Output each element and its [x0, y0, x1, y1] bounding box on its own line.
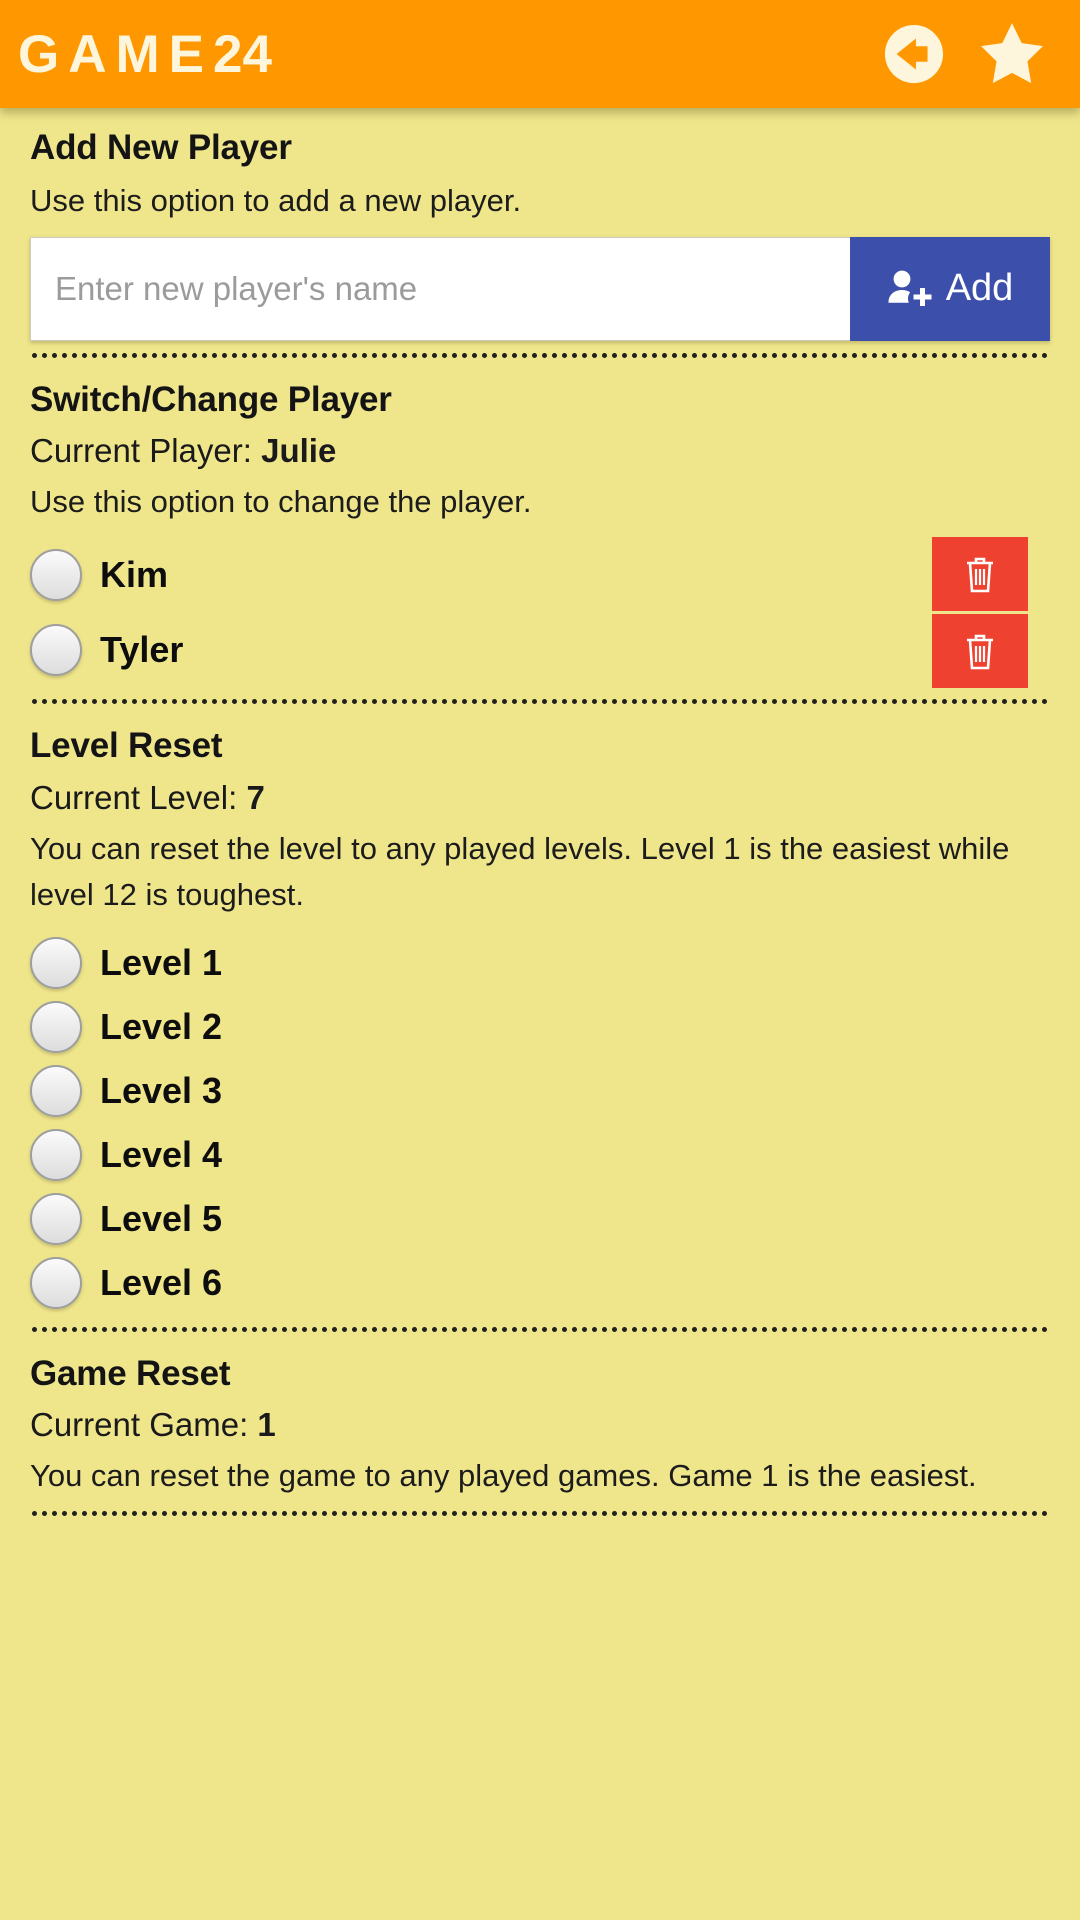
new-player-name-input[interactable]	[30, 236, 850, 341]
app-title-number: 24	[213, 24, 272, 84]
level-radio-1[interactable]	[30, 936, 82, 989]
list-item[interactable]: Level 6	[30, 1251, 1050, 1315]
level-label-3[interactable]: Level 3	[100, 1072, 222, 1109]
game-reset-description: You can reset the game to any played gam…	[30, 1457, 977, 1493]
section-switch-player: Switch/Change Player Current Player: Jul…	[30, 360, 1050, 705]
level-label-5[interactable]: Level 5	[100, 1200, 222, 1237]
section-game-reset: Game Reset Current Game: 1 You can reset…	[30, 1334, 1050, 1517]
add-player-title: Add New Player	[30, 128, 292, 167]
list-item[interactable]: Level 2	[30, 995, 1050, 1059]
current-player-value: Julie	[261, 432, 337, 469]
list-item[interactable]: Level 1	[30, 931, 1050, 995]
level-radio-3[interactable]	[30, 1064, 82, 1117]
divider-after-add-player	[32, 352, 1048, 358]
current-game-value: 1	[257, 1405, 276, 1443]
switch-player-title: Switch/Change Player	[30, 379, 392, 419]
level-label-1[interactable]: Level 1	[100, 944, 222, 981]
list-item[interactable]: Level 4	[30, 1123, 1050, 1187]
divider-after-game-reset	[32, 1511, 1048, 1517]
add-player-row: Add	[30, 236, 1050, 341]
current-level-label: Current Level:	[30, 778, 238, 816]
page-title: GAME24	[18, 28, 272, 81]
player-label-tyler[interactable]: Tyler	[100, 631, 183, 668]
list-item[interactable]: Level 5	[30, 1187, 1050, 1251]
current-game-line: Current Game: 1	[30, 1404, 1050, 1447]
current-player-line: Current Player: Julie	[30, 430, 1050, 473]
add-player-button-label: Add	[945, 267, 1014, 310]
level-reset-description: You can reset the level to any played le…	[30, 830, 1010, 913]
level-radio-5[interactable]	[30, 1192, 82, 1245]
current-level-line: Current Level: 7	[30, 777, 1050, 820]
game-reset-title: Game Reset	[30, 1353, 231, 1393]
delete-player-tyler-button[interactable]	[932, 614, 1028, 689]
list-item[interactable]: Level 3	[30, 1059, 1050, 1123]
player-label-kim[interactable]: Kim	[100, 556, 168, 593]
player-list: Kim Tyler	[30, 537, 1050, 689]
trash-icon	[963, 554, 997, 594]
favorite-button[interactable]	[976, 18, 1048, 90]
section-add-new-player: Add New Player Use this option to add a …	[30, 108, 1050, 358]
add-player-button[interactable]: Add	[850, 236, 1050, 341]
trash-icon	[963, 631, 997, 671]
back-arrow-circle-icon	[883, 23, 945, 85]
current-game-label: Current Game:	[30, 1405, 249, 1443]
list-item[interactable]: Kim	[30, 537, 1050, 612]
current-level-value: 7	[246, 778, 265, 816]
divider-after-level-reset	[32, 1326, 1048, 1332]
star-icon	[979, 22, 1045, 86]
level-label-2[interactable]: Level 2	[100, 1008, 222, 1045]
header-actions	[878, 18, 1056, 90]
section-level-reset: Level Reset Current Level: 7 You can res…	[30, 706, 1050, 1332]
level-radio-6[interactable]	[30, 1256, 82, 1309]
current-player-label: Current Player:	[30, 432, 252, 469]
app-header: GAME24	[0, 0, 1080, 108]
divider-after-switch-player	[32, 699, 1048, 705]
level-reset-title: Level Reset	[30, 726, 223, 766]
settings-content: Add New Player Use this option to add a …	[0, 108, 1080, 1517]
level-list: Level 1 Level 2 Level 3 Level 4 Level 5 …	[30, 931, 1050, 1315]
delete-buttons	[932, 537, 1028, 689]
delete-player-kim-button[interactable]	[932, 537, 1028, 612]
user-plus-icon	[887, 269, 933, 309]
player-radio-tyler[interactable]	[30, 623, 82, 676]
level-radio-2[interactable]	[30, 1000, 82, 1053]
level-label-6[interactable]: Level 6	[100, 1264, 222, 1301]
back-button[interactable]	[878, 18, 950, 90]
level-label-4[interactable]: Level 4	[100, 1136, 222, 1173]
list-item[interactable]: Tyler	[30, 612, 1050, 687]
level-radio-4[interactable]	[30, 1128, 82, 1181]
app-title-text: GAME	[18, 24, 213, 84]
add-player-description: Use this option to add a new player.	[30, 183, 522, 219]
switch-player-description: Use this option to change the player.	[30, 483, 532, 519]
player-radio-kim[interactable]	[30, 548, 82, 601]
